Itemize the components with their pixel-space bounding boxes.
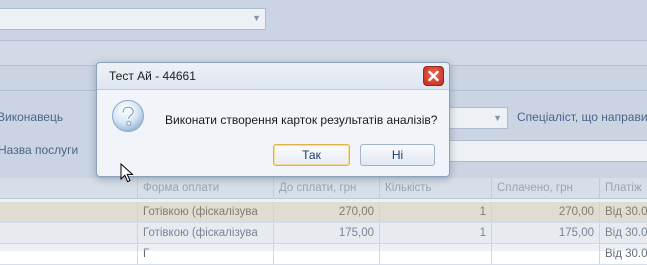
cell-quantity: 1 <box>379 223 491 243</box>
executor-label: Виконавець <box>0 110 64 124</box>
cell-payment-form: Г <box>137 244 273 264</box>
cell-payment-form: Готівкою (фіскалізува <box>137 202 273 222</box>
service-name-field[interactable] <box>440 140 647 162</box>
confirm-dialog: Тест Ай - 44661 Виконати створення карто… <box>96 62 450 177</box>
yes-button[interactable]: Так <box>273 144 350 166</box>
services-grid: Форма оплати До сплати, грн Кількість Сп… <box>0 178 647 265</box>
column-header-quantity[interactable]: Кількість <box>379 178 491 198</box>
chevron-down-icon[interactable]: ▼ <box>252 13 261 23</box>
table-row[interactable]: Г Від 30.0 <box>0 244 647 265</box>
cell-quantity: 1 <box>379 202 491 222</box>
close-icon <box>428 70 439 82</box>
cell-to-pay <box>273 244 379 264</box>
dialog-title: Тест Ай - 44661 <box>109 69 196 83</box>
column-header-payment-form[interactable]: Форма оплати <box>137 178 273 198</box>
cell-paid <box>491 244 599 264</box>
mouse-cursor-icon <box>120 163 134 183</box>
cell-to-pay: 175,00 <box>273 223 379 243</box>
column-header-to-pay[interactable]: До сплати, грн <box>273 178 379 198</box>
dialog-message: Виконати створення карток результатів ан… <box>165 113 438 127</box>
referring-specialist-label: Спеціаліст, що направив <box>517 110 647 124</box>
table-row[interactable]: Готівкою (фіскалізува 175,00 1 175,00 Ві… <box>0 223 647 244</box>
chevron-down-icon[interactable]: ▼ <box>493 113 502 123</box>
top-combo-field[interactable]: ▼ <box>0 8 266 30</box>
question-icon <box>112 100 144 132</box>
table-row[interactable]: Готівкою (фіскалізува 270,00 1 270,00 Ві… <box>0 202 647 223</box>
dialog-title-bar[interactable]: Тест Ай - 44661 <box>97 63 449 90</box>
cell-payment: Від 30.0 <box>599 244 647 264</box>
cell-to-pay: 270,00 <box>273 202 379 222</box>
column-header-paid[interactable]: Сплачено, грн <box>491 178 599 198</box>
grid-header: Форма оплати До сплати, грн Кількість Сп… <box>0 178 647 199</box>
column-header-payment[interactable]: Платіж <box>599 178 647 198</box>
close-button[interactable] <box>423 66 444 86</box>
cell-payment: Від 30.0 <box>599 202 647 222</box>
no-button[interactable]: Ні <box>360 144 435 166</box>
cell-payment-form: Готівкою (фіскалізува <box>137 223 273 243</box>
executor-combo[interactable]: ▼ <box>440 107 508 129</box>
cell-payment: Від 30.0 <box>599 223 647 243</box>
service-name-label: Назва послуги <box>0 143 79 157</box>
cell-quantity <box>379 244 491 264</box>
cell-paid: 175,00 <box>491 223 599 243</box>
cell-paid: 270,00 <box>491 202 599 222</box>
